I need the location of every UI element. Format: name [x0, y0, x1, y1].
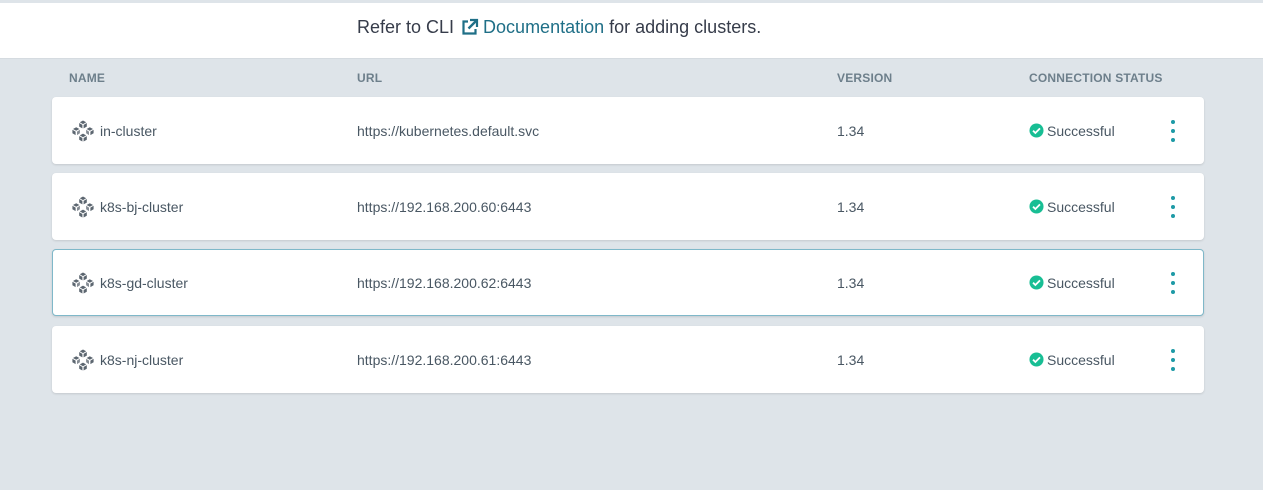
cluster-name-cell: k8s-gd-cluster — [71, 250, 188, 315]
kebab-menu-icon[interactable] — [1163, 194, 1183, 220]
check-circle-icon — [1029, 123, 1044, 138]
cluster-row[interactable]: in-cluster https://kubernetes.default.sv… — [52, 97, 1204, 164]
cluster-icon — [71, 195, 95, 219]
cluster-icon — [71, 348, 95, 372]
kebab-menu-icon[interactable] — [1163, 118, 1183, 144]
cluster-row[interactable]: k8s-gd-cluster https://192.168.200.62:64… — [52, 249, 1204, 316]
cluster-name-cell: k8s-nj-cluster — [71, 327, 183, 392]
notice-before: Refer to CLI — [357, 17, 455, 37]
kebab-menu-icon[interactable] — [1163, 347, 1183, 373]
cluster-row[interactable]: k8s-nj-cluster https://192.168.200.61:64… — [52, 326, 1204, 393]
cluster-name-cell: k8s-bj-cluster — [71, 174, 183, 239]
cluster-icon — [71, 119, 95, 143]
connection-status: Successful — [1029, 327, 1115, 392]
connection-status-label: Successful — [1047, 198, 1115, 215]
cluster-version: 1.34 — [837, 122, 865, 139]
connection-status: Successful — [1029, 174, 1115, 239]
notice-bar: Refer to CLI Documentation for adding cl… — [0, 3, 1263, 59]
cluster-url: https://192.168.200.60:6443 — [357, 198, 532, 215]
cluster-url: https://kubernetes.default.svc — [357, 122, 540, 139]
check-circle-icon — [1029, 352, 1044, 367]
cluster-name[interactable]: k8s-bj-cluster — [100, 199, 183, 215]
cluster-name[interactable]: k8s-nj-cluster — [100, 352, 183, 368]
cluster-name[interactable]: in-cluster — [100, 123, 157, 139]
check-circle-icon — [1029, 275, 1044, 290]
check-circle-icon — [1029, 199, 1044, 214]
column-header-url: URL — [357, 71, 383, 85]
cluster-name-cell: in-cluster — [71, 98, 157, 163]
column-header-name: NAME — [69, 71, 106, 85]
cluster-version: 1.34 — [837, 274, 865, 291]
kebab-menu-icon[interactable] — [1163, 270, 1183, 296]
connection-status-label: Successful — [1047, 351, 1115, 368]
notice-text: Refer to CLI Documentation for adding cl… — [357, 17, 761, 38]
cluster-url: https://192.168.200.62:6443 — [357, 274, 532, 291]
cluster-icon — [71, 271, 95, 295]
connection-status-label: Successful — [1047, 122, 1115, 139]
connection-status: Successful — [1029, 250, 1115, 315]
cluster-version: 1.34 — [837, 198, 865, 215]
connection-status-label: Successful — [1047, 274, 1115, 291]
connection-status: Successful — [1029, 98, 1115, 163]
column-header-version: VERSION — [837, 71, 893, 85]
cluster-url: https://192.168.200.61:6443 — [357, 351, 532, 368]
cluster-version: 1.34 — [837, 351, 865, 368]
column-header-connection-status: CONNECTION STATUS — [1029, 71, 1163, 85]
external-link-icon[interactable] — [460, 18, 479, 37]
cluster-name[interactable]: k8s-gd-cluster — [100, 275, 188, 291]
cluster-row[interactable]: k8s-bj-cluster https://192.168.200.60:64… — [52, 173, 1204, 240]
documentation-link[interactable]: Documentation — [483, 17, 604, 38]
notice-after: for adding clusters. — [609, 17, 762, 37]
